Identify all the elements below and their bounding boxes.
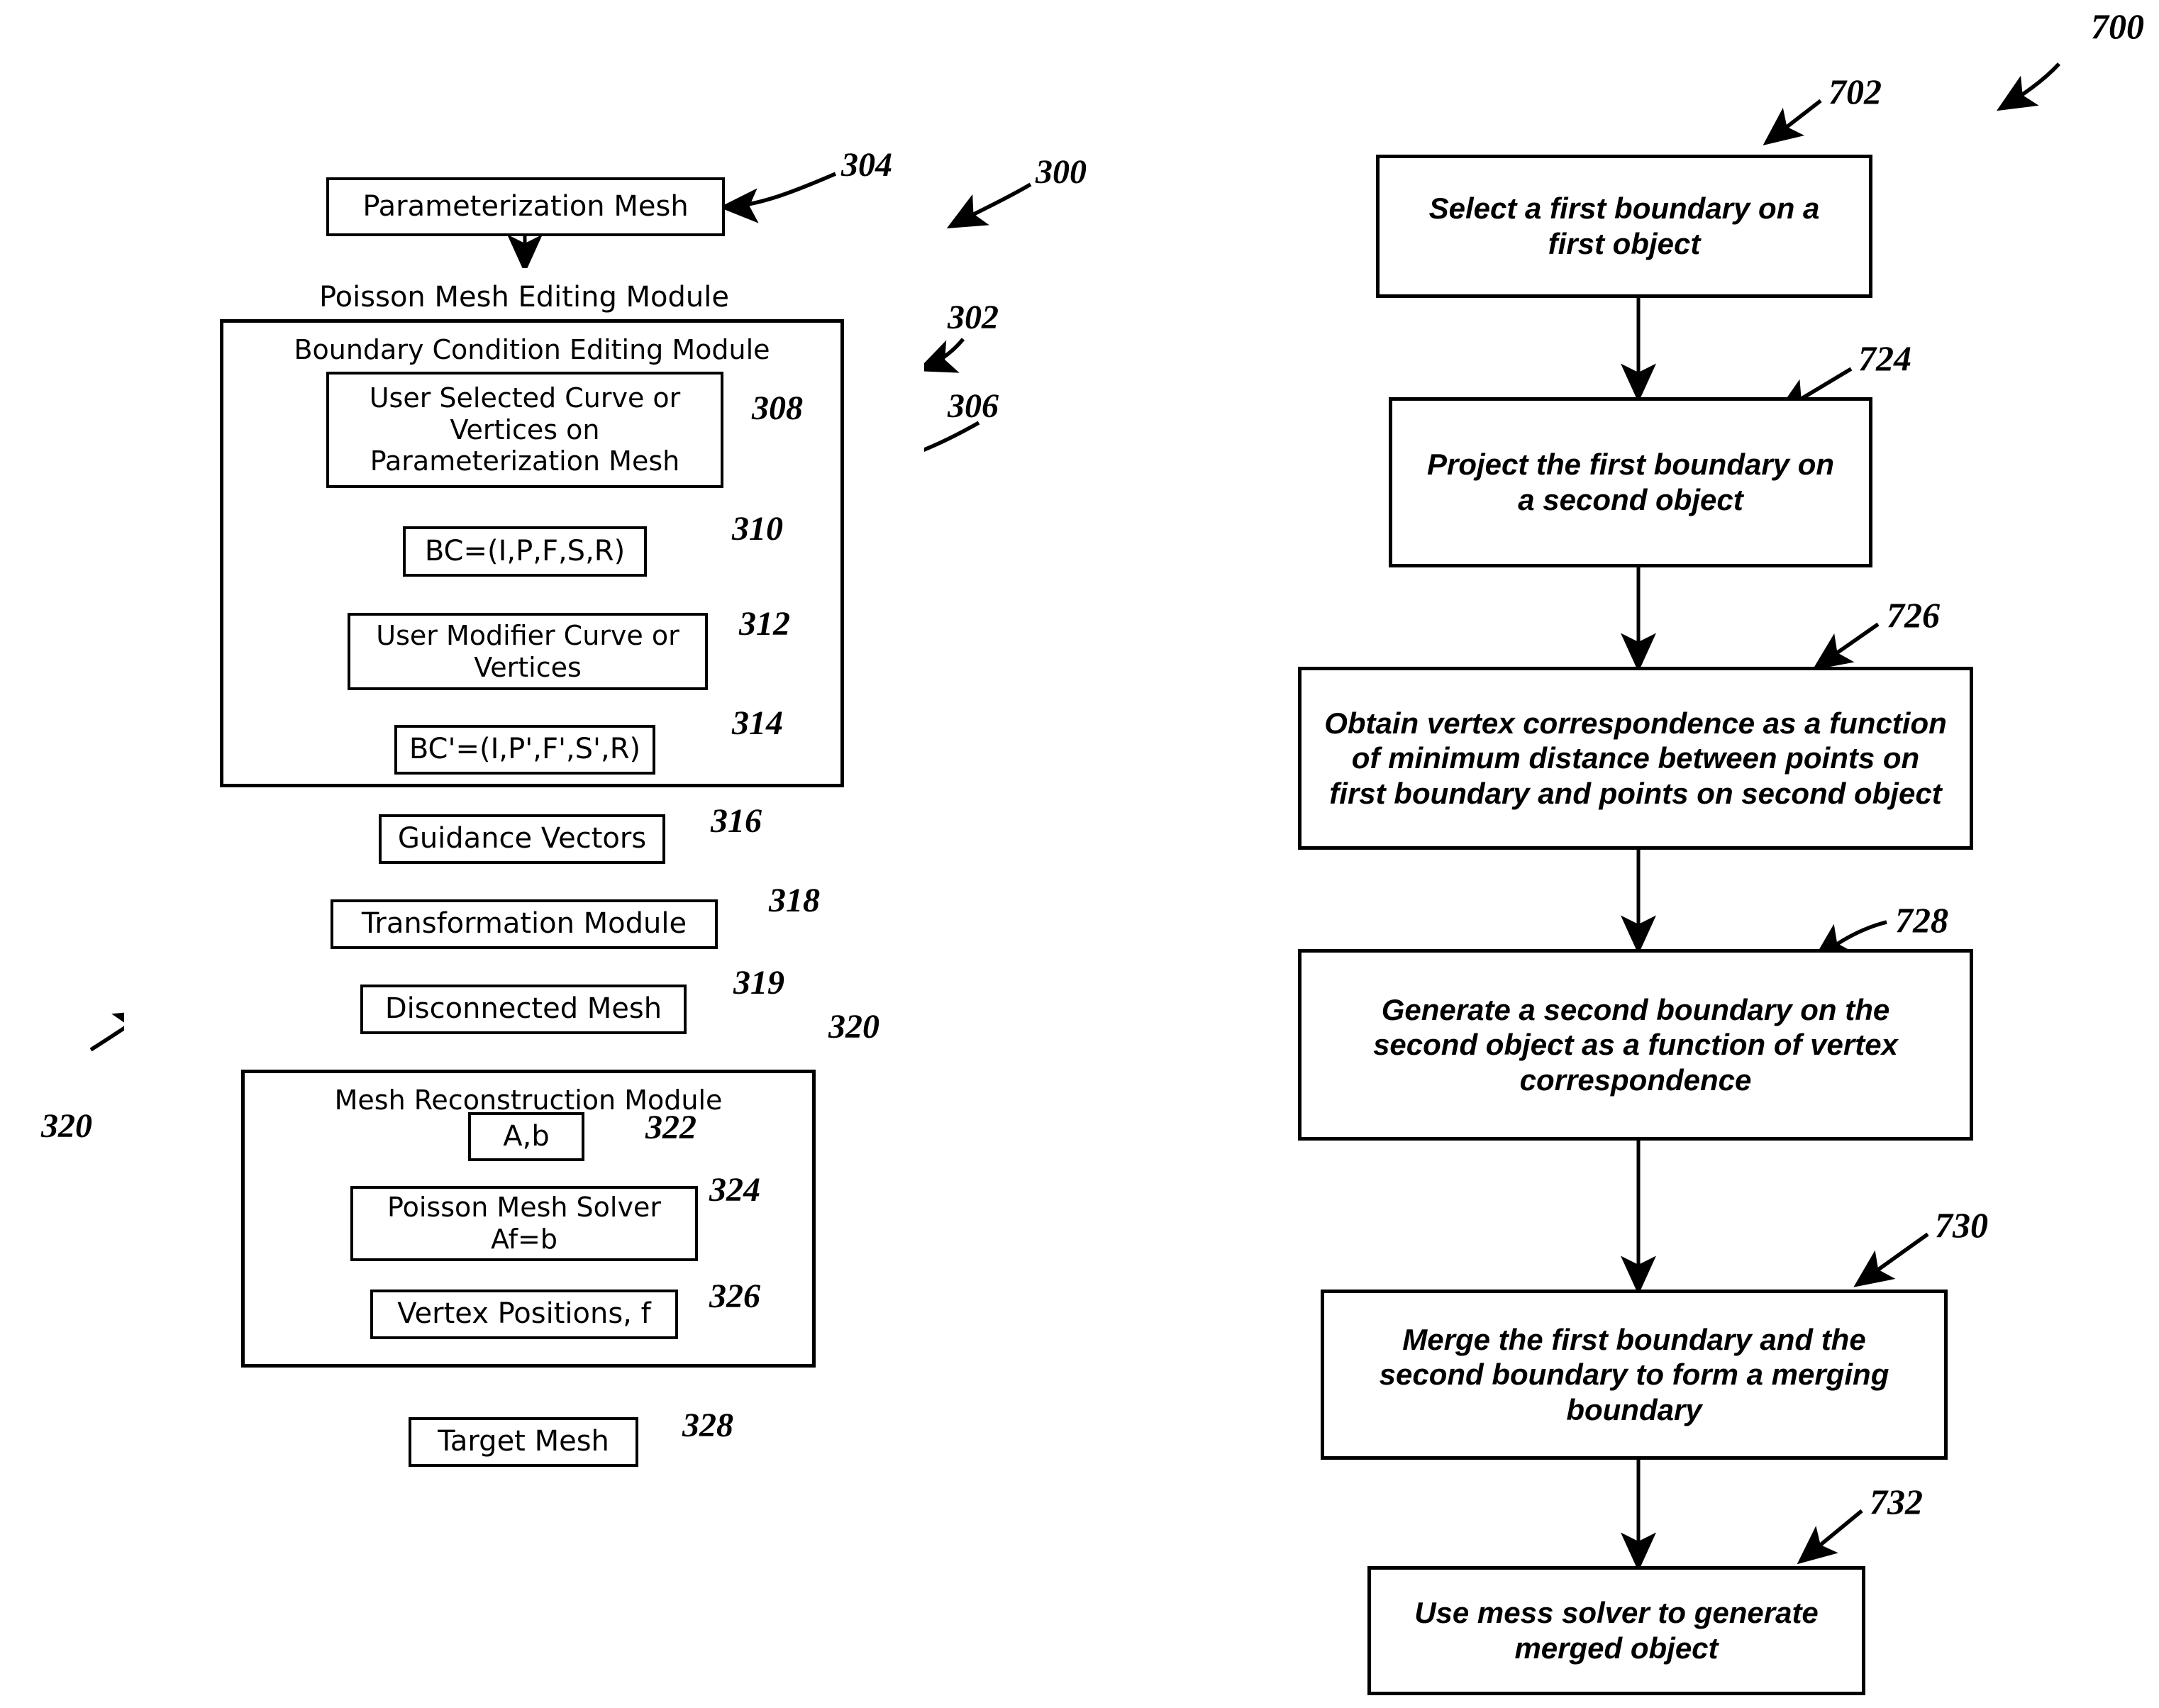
ref-326: 326 [709,1277,760,1315]
ref-319: 319 [733,964,784,1002]
ref-700: 700 [2091,6,2144,46]
node-bc[interactable]: BC=(I,P,F,S,R) [403,526,647,577]
step-label: Select a first boundary on a first objec… [1428,192,1820,260]
step-label: Use mess solver to generate merged objec… [1414,1596,1819,1665]
step-use-mess-solver[interactable]: Use mess solver to generate merged objec… [1367,1566,1865,1695]
node-guidance-vectors[interactable]: Guidance Vectors [379,814,665,864]
node-transformation-module[interactable]: Transformation Module [331,899,718,949]
node-label: User Modifier Curve or Vertices [376,619,679,683]
step-project-first-boundary[interactable]: Project the first boundary on a second o… [1389,397,1872,567]
ref-312: 312 [739,605,790,643]
ref-702: 702 [1828,72,1882,111]
node-poisson-mesh-solver[interactable]: Poisson Mesh Solver Af=b [350,1186,698,1261]
node-bc-prime[interactable]: BC'=(I,P',F',S',R) [394,725,655,775]
node-disconnected-mesh[interactable]: Disconnected Mesh [360,985,687,1034]
node-label: Transformation Module [361,907,687,941]
ref-300: 300 [1036,153,1087,191]
ref-304: 304 [841,146,892,184]
step-select-first-boundary[interactable]: Select a first boundary on a first objec… [1376,155,1872,298]
node-label: Vertex Positions, f [397,1297,651,1331]
ref-302: 302 [948,299,999,336]
ref-306: 306 [948,387,999,425]
node-label: Target Mesh [438,1425,609,1458]
node-a-b[interactable]: A,b [468,1112,584,1161]
ref-730: 730 [1935,1205,1988,1245]
ref-328: 328 [682,1407,733,1444]
step-merge-boundaries[interactable]: Merge the first boundary and the second … [1321,1290,1948,1460]
node-parameterization-mesh[interactable]: Parameterization Mesh [326,177,725,236]
node-label: A,b [503,1119,550,1153]
module-title-mesh-reconstruction: Mesh Reconstruction Module [334,1085,723,1116]
ref-724: 724 [1858,338,1911,378]
ref-322: 322 [645,1109,696,1146]
ref-728: 728 [1895,900,1948,940]
ref-324: 324 [709,1171,760,1209]
node-label: Poisson Mesh Solver Af=b [387,1192,661,1255]
ref-318: 318 [769,882,820,919]
node-label: BC=(I,P,F,S,R) [424,534,626,567]
step-generate-second-boundary[interactable]: Generate a second boundary on the second… [1298,949,1973,1141]
patent-figure-page: Parameterization Mesh Poisson Mesh Editi… [0,0,2159,1708]
ref-732: 732 [1870,1482,1923,1521]
step-label: Generate a second boundary on the second… [1373,992,1898,1097]
node-label: BC'=(I,P',F',S',R) [409,733,641,766]
node-user-selected-curve[interactable]: User Selected Curve or Vertices on Param… [326,372,723,488]
step-label: Merge the first boundary and the second … [1379,1322,1889,1426]
module-title-poisson: Poisson Mesh Editing Module [318,281,729,314]
ref-310: 310 [732,510,783,548]
ref-320-loop: 320 [41,1107,92,1145]
module-title-bcem: Boundary Condition Editing Module [294,334,770,365]
node-user-modifier-curve[interactable]: User Modifier Curve or Vertices [348,613,708,690]
node-label: Guidance Vectors [397,822,647,855]
ref-314: 314 [732,704,783,742]
node-label: Disconnected Mesh [384,992,662,1026]
ref-726: 726 [1887,595,1940,635]
step-label: Project the first boundary on a second o… [1426,448,1835,516]
ref-316: 316 [711,802,762,840]
ref-320-box: 320 [828,1008,879,1046]
node-label: User Selected Curve or Vertices on Param… [369,382,681,477]
node-vertex-positions[interactable]: Vertex Positions, f [370,1290,678,1339]
ref-308: 308 [752,389,803,427]
step-label: Obtain vertex correspondence as a functi… [1324,706,1947,810]
node-target-mesh[interactable]: Target Mesh [409,1417,638,1467]
node-label: Parameterization Mesh [362,189,689,223]
step-obtain-vertex-correspondence[interactable]: Obtain vertex correspondence as a functi… [1298,667,1973,850]
